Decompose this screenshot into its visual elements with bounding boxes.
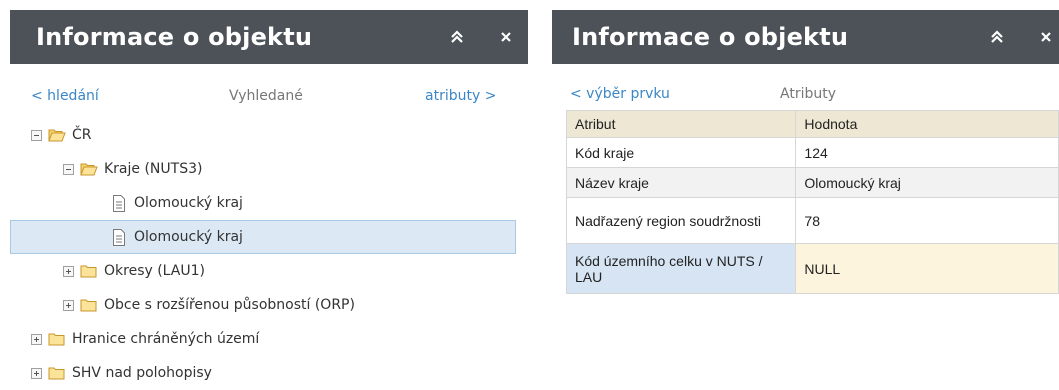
folder-icon bbox=[80, 265, 97, 278]
table-row[interactable]: Nadřazený region soudržnosti 78 bbox=[565, 197, 1059, 244]
tree-node-label: Obce s rozšířenou působností (ORP) bbox=[104, 297, 355, 313]
panel-header: Informace o objektu bbox=[552, 10, 1059, 64]
nav-current-label: Vyhledané bbox=[229, 88, 303, 104]
tree-node-cr[interactable]: ČR bbox=[10, 118, 516, 152]
tree-node-hranice[interactable]: Hranice chráněných území bbox=[10, 322, 516, 356]
tree-node-label: Okresy (LAU1) bbox=[104, 263, 205, 279]
attribute-cell: Kód územního celku v NUTS / LAU bbox=[565, 243, 797, 294]
object-info-panel-left: Informace o objektu < hledání Vyhledané … bbox=[10, 10, 528, 381]
collapse-button[interactable] bbox=[440, 10, 474, 64]
collapse-button[interactable] bbox=[980, 10, 1014, 64]
column-header-value: Hodnota bbox=[795, 110, 1059, 138]
folder-open-icon bbox=[48, 129, 66, 142]
expand-toggle-icon[interactable] bbox=[63, 265, 74, 277]
close-icon bbox=[501, 32, 511, 42]
panel-title: Informace o objektu bbox=[36, 23, 313, 51]
table-row[interactable]: Název kraje Olomoucký kraj bbox=[565, 167, 1059, 198]
collapse-toggle-icon[interactable] bbox=[63, 163, 74, 175]
table-header-row: Atribut Hodnota bbox=[565, 110, 1059, 138]
tree-node-label: Olomoucký kraj bbox=[134, 195, 243, 211]
value-cell: 78 bbox=[795, 197, 1059, 244]
folder-icon bbox=[48, 333, 65, 346]
attribute-cell: Název kraje bbox=[565, 167, 797, 198]
value-cell: Olomoucký kraj bbox=[795, 167, 1059, 198]
back-to-selection-link[interactable]: < výběr prvku bbox=[570, 86, 670, 102]
table-row-selected[interactable]: Kód územního celku v NUTS / LAU NULL bbox=[565, 243, 1059, 294]
tree-node-label: SHV nad polohopisy bbox=[72, 365, 212, 381]
tree-node-shv[interactable]: SHV nad polohopisy bbox=[10, 356, 516, 390]
close-button[interactable] bbox=[1032, 10, 1059, 64]
attributes-link[interactable]: atributy > bbox=[425, 88, 496, 104]
attribute-table: Atribut Hodnota Kód kraje 124 Název kraj… bbox=[565, 110, 1059, 294]
expand-toggle-icon[interactable] bbox=[63, 299, 74, 311]
tree-node-kraje[interactable]: Kraje (NUTS3) bbox=[10, 152, 516, 186]
close-icon bbox=[1041, 32, 1051, 42]
expand-toggle-icon[interactable] bbox=[31, 333, 42, 345]
tree-node-orp[interactable]: Obce s rozšířenou působností (ORP) bbox=[10, 288, 516, 322]
attribute-cell: Nadřazený region soudržnosti bbox=[565, 197, 797, 244]
document-icon bbox=[113, 228, 125, 246]
table-row[interactable]: Kód kraje 124 bbox=[565, 137, 1059, 168]
collapse-toggle-icon[interactable] bbox=[31, 129, 42, 141]
tree-node-label: Kraje (NUTS3) bbox=[104, 161, 203, 177]
nav-current-label: Atributy bbox=[780, 86, 836, 102]
folder-icon bbox=[80, 299, 97, 312]
object-info-panel-right: Informace o objektu < výběr prvku Atribu… bbox=[552, 10, 1059, 378]
close-button[interactable] bbox=[492, 10, 520, 64]
attribute-cell: Kód kraje bbox=[565, 137, 797, 168]
tree-node-olomoucky-kraj[interactable]: Olomoucký kraj bbox=[10, 186, 516, 220]
tree-node-label: Olomoucký kraj bbox=[134, 229, 243, 245]
nav-row: < hledání Vyhledané atributy > bbox=[10, 86, 528, 108]
double-chevron-up-icon bbox=[991, 30, 1003, 43]
panel-header: Informace o objektu bbox=[10, 10, 528, 64]
document-icon bbox=[113, 194, 125, 212]
panel-title: Informace o objektu bbox=[572, 23, 849, 51]
double-chevron-up-icon bbox=[451, 30, 463, 43]
tree-node-label: ČR bbox=[72, 127, 92, 143]
tree-node-okresy[interactable]: Okresy (LAU1) bbox=[10, 254, 516, 288]
expand-toggle-icon[interactable] bbox=[31, 367, 42, 379]
tree-node-olomoucky-kraj-selected[interactable]: Olomoucký kraj bbox=[10, 220, 516, 254]
tree-node-label: Hranice chráněných území bbox=[72, 331, 260, 347]
value-cell: 124 bbox=[795, 137, 1059, 168]
nav-row: < výběr prvku Atributy bbox=[552, 84, 1059, 106]
column-header-attribute: Atribut bbox=[565, 110, 797, 138]
back-to-search-link[interactable]: < hledání bbox=[31, 88, 99, 104]
value-cell: NULL bbox=[795, 243, 1059, 294]
folder-open-icon bbox=[80, 163, 98, 176]
